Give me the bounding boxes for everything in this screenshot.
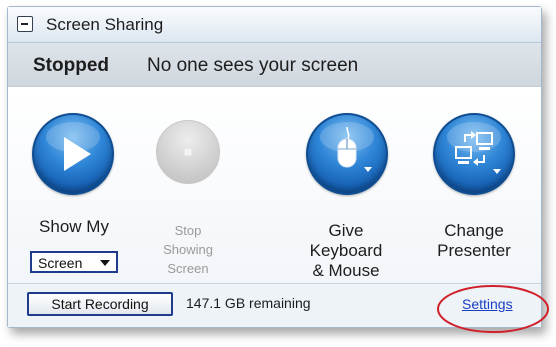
- swap-computers-icon[interactable]: [433, 113, 515, 195]
- show-screen-select[interactable]: Screen: [30, 251, 118, 273]
- storage-remaining: 147.1 GB remaining: [186, 295, 311, 311]
- actions-area: Show My Screen Stop Showing Screen Give …: [8, 87, 541, 283]
- status-state: Stopped: [33, 55, 109, 76]
- status-bar: Stopped No one sees your screen: [8, 43, 541, 87]
- show-my-label: Show My: [39, 217, 109, 236]
- status-message: No one sees your screen: [147, 55, 359, 76]
- give-control-label: Give Keyboard & Mouse: [309, 221, 383, 280]
- mouse-icon[interactable]: [306, 113, 388, 195]
- panel-titlebar: Screen Sharing: [8, 7, 541, 43]
- start-recording-button[interactable]: Start Recording: [27, 292, 173, 316]
- play-icon[interactable]: [32, 113, 114, 195]
- chevron-down-icon: [100, 260, 110, 266]
- stop-icon: [156, 120, 220, 184]
- collapse-icon[interactable]: [17, 16, 33, 32]
- change-presenter-label: Change Presenter: [437, 221, 511, 260]
- screen-sharing-panel: Screen Sharing Stopped No one sees your …: [7, 6, 542, 328]
- highlight-circle: [437, 285, 549, 333]
- show-screen-select-value: Screen: [38, 255, 83, 271]
- panel-title: Screen Sharing: [46, 15, 164, 34]
- stop-showing-label: Stop Showing Screen: [163, 223, 213, 276]
